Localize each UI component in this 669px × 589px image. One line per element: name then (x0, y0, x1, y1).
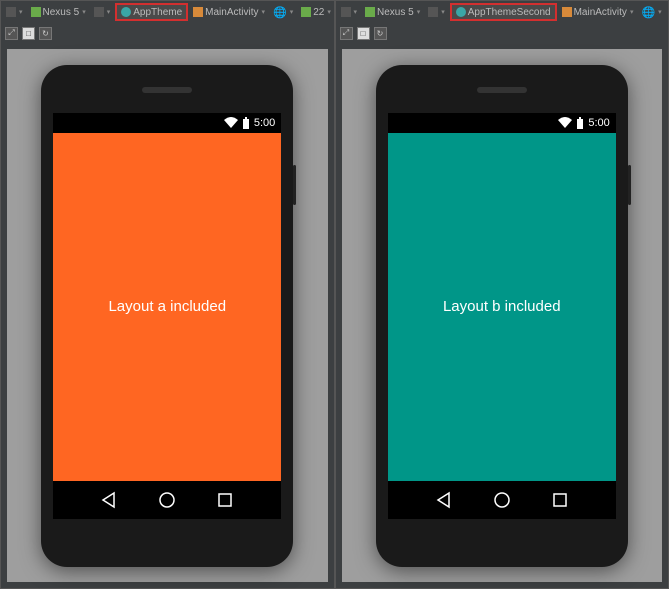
config-dropdown[interactable]: ▾ (3, 6, 26, 18)
design-toolbar-secondary: ⤢ □ ↻ (336, 23, 669, 43)
config-icon (6, 7, 16, 17)
activity-icon (193, 7, 203, 17)
theme-icon (456, 7, 466, 17)
orientation-icon (94, 7, 104, 17)
view-mode-button[interactable]: □ (357, 27, 370, 40)
locale-dropdown[interactable]: 🌐 ▾ (270, 5, 296, 20)
device-icon (31, 7, 41, 17)
navigation-bar (388, 481, 616, 519)
back-button[interactable] (435, 491, 453, 509)
refresh-button[interactable]: ↻ (374, 27, 387, 40)
zoom-fit-button[interactable]: ⤢ (5, 27, 18, 40)
activity-dropdown[interactable]: MainActivity ▾ (559, 6, 637, 19)
layout-preview: 5:00 Layout a included (7, 49, 328, 582)
globe-icon: 🌐 (273, 6, 287, 19)
chevron-down-icon: ▾ (82, 8, 86, 16)
api-label: 22 (313, 7, 324, 18)
device-screen: 5:00 Layout a included (53, 113, 281, 519)
status-time: 5:00 (254, 117, 275, 129)
device-dropdown[interactable]: Nexus 5 ▾ (28, 6, 89, 19)
locale-dropdown[interactable]: 🌐 ▾ (638, 5, 664, 20)
view-mode-button[interactable]: □ (22, 27, 35, 40)
activity-label: MainActivity (574, 7, 627, 18)
content-text: Layout b included (443, 298, 561, 315)
orientation-dropdown[interactable]: ▾ (91, 6, 114, 18)
chevron-down-icon: ▾ (107, 8, 111, 16)
layout-preview: 5:00 Layout b included (342, 49, 663, 582)
device-frame: 5:00 Layout a included (41, 65, 293, 567)
design-toolbar: ▾ Nexus 5 ▾ ▾ AppTheme MainActivity ▾ 🌐 … (1, 1, 334, 23)
orientation-dropdown[interactable]: ▾ (425, 6, 448, 18)
recents-button[interactable] (551, 491, 569, 509)
chevron-down-icon: ▾ (630, 8, 634, 16)
status-time: 5:00 (588, 117, 609, 129)
battery-icon (242, 117, 250, 129)
device-dropdown[interactable]: Nexus 5 ▾ (362, 6, 423, 19)
orientation-icon (428, 7, 438, 17)
device-frame: 5:00 Layout b included (376, 65, 628, 567)
navigation-bar (53, 481, 281, 519)
status-bar: 5:00 (388, 113, 616, 133)
wifi-icon (558, 117, 572, 129)
android-icon (301, 7, 311, 17)
theme-label: AppTheme (133, 7, 182, 18)
theme-dropdown[interactable]: AppTheme (115, 3, 188, 21)
refresh-button[interactable]: ↻ (39, 27, 52, 40)
chevron-down-icon: ▾ (417, 8, 421, 16)
chevron-down-icon: ▾ (327, 8, 331, 16)
content-text: Layout a included (108, 298, 226, 315)
battery-icon (576, 117, 584, 129)
design-toolbar-secondary: ⤢ □ ↻ (1, 23, 334, 43)
device-icon (365, 7, 375, 17)
device-label: Nexus 5 (43, 7, 80, 18)
zoom-fit-button[interactable]: ⤢ (340, 27, 353, 40)
api-dropdown[interactable]: 22 ▾ (667, 6, 668, 19)
layout-content: Layout a included (53, 133, 281, 481)
theme-dropdown[interactable]: AppThemeSecond (450, 3, 557, 21)
preview-pane-right: ▾ Nexus 5 ▾ ▾ AppThemeSecond MainActivit… (335, 0, 669, 589)
activity-dropdown[interactable]: MainActivity ▾ (190, 6, 268, 19)
config-icon (341, 7, 351, 17)
device-screen: 5:00 Layout b included (388, 113, 616, 519)
status-bar: 5:00 (53, 113, 281, 133)
recents-button[interactable] (216, 491, 234, 509)
preview-pane-left: ▾ Nexus 5 ▾ ▾ AppTheme MainActivity ▾ 🌐 … (0, 0, 335, 589)
config-dropdown[interactable]: ▾ (338, 6, 361, 18)
theme-icon (121, 7, 131, 17)
chevron-down-icon: ▾ (658, 8, 662, 16)
wifi-icon (224, 117, 238, 129)
globe-icon: 🌐 (641, 6, 655, 19)
chevron-down-icon: ▾ (262, 8, 266, 16)
activity-icon (562, 7, 572, 17)
chevron-down-icon: ▾ (441, 8, 445, 16)
design-toolbar: ▾ Nexus 5 ▾ ▾ AppThemeSecond MainActivit… (336, 1, 669, 23)
chevron-down-icon: ▾ (19, 8, 23, 16)
back-button[interactable] (100, 491, 118, 509)
chevron-down-icon: ▾ (354, 8, 358, 16)
api-dropdown[interactable]: 22 ▾ (298, 6, 333, 19)
device-label: Nexus 5 (377, 7, 414, 18)
layout-content: Layout b included (388, 133, 616, 481)
activity-label: MainActivity (205, 7, 258, 18)
home-button[interactable] (493, 491, 511, 509)
home-button[interactable] (158, 491, 176, 509)
chevron-down-icon: ▾ (290, 8, 294, 16)
theme-label: AppThemeSecond (468, 7, 551, 18)
